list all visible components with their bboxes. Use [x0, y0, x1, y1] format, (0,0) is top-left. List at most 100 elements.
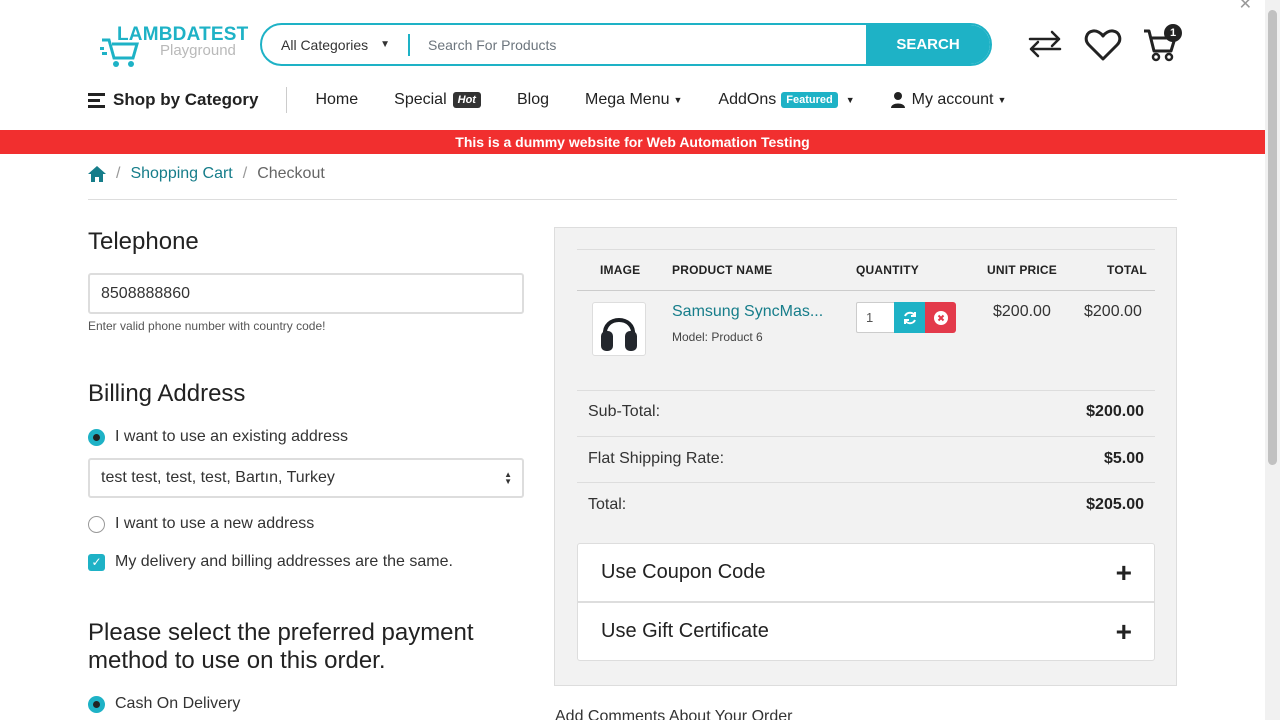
- caret-down-icon: ▼: [673, 95, 683, 105]
- hot-badge: Hot: [452, 92, 481, 108]
- breadcrumb: / Shopping Cart / Checkout: [88, 165, 325, 183]
- breadcrumb-separator: /: [116, 165, 121, 182]
- radio-unchecked[interactable]: [88, 515, 105, 533]
- refresh-icon: [903, 311, 916, 324]
- search-bar: All Categories ▼ SEARCH: [260, 23, 992, 66]
- payment-method-heading: Please select the preferred payment meth…: [88, 619, 474, 675]
- compare-icon[interactable]: [1027, 30, 1063, 58]
- coupon-accordion[interactable]: Use Coupon Code +: [577, 543, 1155, 602]
- product-model: Model: Product 6: [672, 330, 763, 344]
- nav-divider: [286, 87, 288, 113]
- shop-by-category-button[interactable]: Shop by Category: [88, 90, 258, 110]
- notice-banner: This is a dummy website for Web Automati…: [0, 130, 1265, 154]
- cart-count-badge: 1: [1164, 24, 1182, 42]
- page-scrollbar[interactable]: [1265, 0, 1280, 720]
- subtotal-value: $200.00: [1086, 403, 1144, 420]
- coupon-accordion-label: Use Coupon Code: [601, 561, 766, 583]
- telephone-hint: Enter valid phone number with country co…: [88, 319, 326, 333]
- payment-heading-line2: method to use on this order.: [88, 647, 386, 674]
- update-quantity-button[interactable]: [894, 302, 925, 333]
- address-select-value: test test, test, test, Bartın, Turkey: [101, 469, 335, 486]
- home-icon[interactable]: [88, 166, 106, 182]
- nav-item-label: AddOns: [718, 91, 777, 108]
- nav-item-label: Blog: [516, 91, 549, 108]
- col-header-unit-price: UNIT PRICE: [987, 263, 1058, 277]
- quantity-input[interactable]: 1: [856, 302, 895, 333]
- search-input[interactable]: [410, 25, 866, 64]
- main-nav: Shop by Category Home Special Hot Blog Me…: [88, 86, 1006, 114]
- col-header-quantity: QUANTITY: [856, 263, 919, 277]
- same-address-label: My delivery and billing addresses are th…: [115, 553, 453, 570]
- address-select[interactable]: test test, test, test, Bartın, Turkey ▲ ▼: [88, 458, 524, 498]
- nav-item-my-account[interactable]: My account ▼: [890, 91, 1007, 109]
- nav-item-label: Special: [394, 91, 447, 108]
- featured-badge: Featured: [781, 92, 838, 108]
- table-border: [577, 436, 1155, 437]
- total-value: $205.00: [1086, 496, 1144, 513]
- product-name-link[interactable]: Samsung SyncMas...: [672, 303, 823, 321]
- select-arrows-icon: ▲ ▼: [504, 470, 512, 486]
- breadcrumb-separator: /: [242, 165, 248, 182]
- radio-checked[interactable]: [88, 695, 105, 713]
- nav-item-special[interactable]: Special Hot: [394, 91, 481, 109]
- telephone-heading: Telephone: [88, 228, 199, 255]
- payment-heading-line1: Please select the preferred payment: [88, 619, 474, 646]
- shop-by-category-label: Shop by Category: [113, 90, 259, 109]
- nav-item-label: Mega Menu: [585, 91, 670, 108]
- category-select[interactable]: All Categories ▼: [262, 33, 410, 56]
- table-border: [577, 249, 1155, 250]
- nav-item-home[interactable]: Home: [315, 91, 358, 109]
- breadcrumb-current: Checkout: [257, 165, 325, 182]
- site-logo[interactable]: LAMBDATEST Playground: [100, 24, 248, 68]
- nav-item-addons[interactable]: AddOns Featured ▼: [718, 91, 855, 109]
- unit-price: $200.00: [993, 303, 1051, 320]
- nav-item-label: Home: [315, 91, 359, 108]
- gift-accordion-label: Use Gift Certificate: [601, 620, 769, 642]
- radio-checked[interactable]: [88, 428, 105, 446]
- existing-address-radio[interactable]: I want to use an existing address: [88, 428, 348, 446]
- shipping-label: Flat Shipping Rate:: [588, 450, 725, 467]
- plus-icon: +: [1115, 556, 1132, 588]
- nav-item-mega-menu[interactable]: Mega Menu ▼: [585, 91, 682, 109]
- chevron-down-icon: ▼: [380, 39, 391, 50]
- cash-on-delivery-radio[interactable]: Cash On Delivery: [88, 695, 240, 713]
- col-header-total: TOTAL: [1107, 263, 1147, 277]
- hamburger-icon: [88, 92, 105, 108]
- new-address-label: I want to use a new address: [115, 515, 315, 532]
- shipping-value: $5.00: [1103, 450, 1144, 467]
- close-icon[interactable]: ✕: [1239, 0, 1252, 14]
- caret-down-icon: ▼: [845, 95, 855, 105]
- plus-icon: +: [1115, 615, 1132, 647]
- subtotal-label: Sub-Total:: [588, 403, 661, 420]
- search-button[interactable]: SEARCH: [866, 25, 990, 64]
- telephone-input[interactable]: 8508888860: [88, 273, 524, 314]
- nav-item-blog[interactable]: Blog: [517, 91, 549, 109]
- scrollbar-thumb[interactable]: [1268, 10, 1277, 465]
- table-border: [577, 482, 1155, 483]
- user-icon: [890, 92, 905, 108]
- gift-certificate-accordion[interactable]: Use Gift Certificate +: [577, 602, 1155, 661]
- col-header-product-name: PRODUCT NAME: [672, 263, 773, 277]
- nav-item-label: My account: [911, 91, 994, 108]
- col-header-image: IMAGE: [600, 263, 641, 277]
- new-address-radio[interactable]: I want to use a new address: [88, 515, 314, 533]
- same-address-checkbox[interactable]: ✓ My delivery and billing addresses are …: [88, 553, 453, 571]
- caret-down-icon: ▼: [997, 95, 1007, 105]
- remove-item-button[interactable]: [925, 302, 956, 333]
- billing-address-heading: Billing Address: [88, 380, 246, 407]
- product-thumbnail[interactable]: [592, 302, 646, 356]
- existing-address-label: I want to use an existing address: [115, 428, 349, 445]
- headphones-image: [601, 318, 637, 351]
- table-border: [577, 290, 1155, 291]
- divider: [88, 199, 1177, 200]
- comments-label: Add Comments About Your Order: [555, 708, 793, 720]
- wishlist-heart-icon[interactable]: [1084, 28, 1122, 62]
- total-label: Total:: [588, 496, 627, 513]
- breadcrumb-shopping-cart[interactable]: Shopping Cart: [130, 165, 232, 183]
- logo-subtext: Playground: [160, 42, 236, 59]
- category-select-value: All Categories: [281, 36, 369, 53]
- table-border: [577, 390, 1155, 391]
- checkbox-checked[interactable]: ✓: [88, 553, 105, 571]
- remove-circle-icon: [933, 310, 948, 325]
- line-total: $200.00: [1084, 303, 1142, 320]
